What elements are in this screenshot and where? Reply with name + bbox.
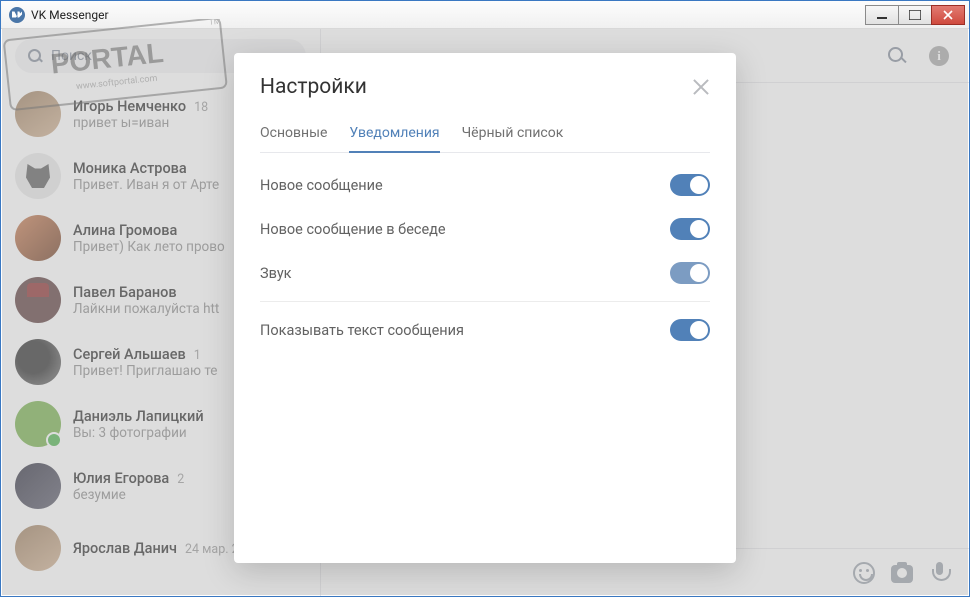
vk-logo-icon [9,7,25,23]
close-icon[interactable] [692,78,710,96]
minimize-button[interactable] [865,5,899,25]
toggle-switch[interactable] [670,174,710,196]
modal-title: Настройки [260,75,367,99]
setting-row: Новое сообщение в беседе [260,207,710,251]
setting-label: Показывать текст сообщения [260,322,464,339]
modal-header: Настройки [260,75,710,99]
window-title: VK Messenger [31,8,866,22]
tab-general[interactable]: Основные [260,117,327,153]
app-window: VK Messenger Поиск Игорь Немченко18приве… [0,0,970,597]
setting-label: Новое сообщение [260,177,383,194]
window-controls [866,5,965,25]
setting-row: Новое сообщение [260,163,710,207]
settings-modal: Настройки Основные Уведомления Чёрный сп… [234,53,736,563]
toggle-switch[interactable] [670,319,710,341]
settings-divider [260,301,710,302]
maximize-button[interactable] [898,5,932,25]
toggle-switch[interactable] [670,218,710,240]
setting-label: Звук [260,265,292,282]
titlebar: VK Messenger [1,1,969,29]
toggle-switch[interactable] [670,262,710,284]
settings-tabs: Основные Уведомления Чёрный список [260,117,710,153]
setting-row: Показывать текст сообщения [260,308,710,352]
close-window-button[interactable] [931,5,965,25]
setting-row: Звук [260,251,710,295]
modal-overlay[interactable]: Настройки Основные Уведомления Чёрный сп… [2,29,968,595]
settings-body: Новое сообщение Новое сообщение в беседе З… [260,153,710,352]
tab-notifications[interactable]: Уведомления [349,117,439,153]
tab-blacklist[interactable]: Чёрный список [462,117,564,153]
setting-label: Новое сообщение в беседе [260,221,446,238]
